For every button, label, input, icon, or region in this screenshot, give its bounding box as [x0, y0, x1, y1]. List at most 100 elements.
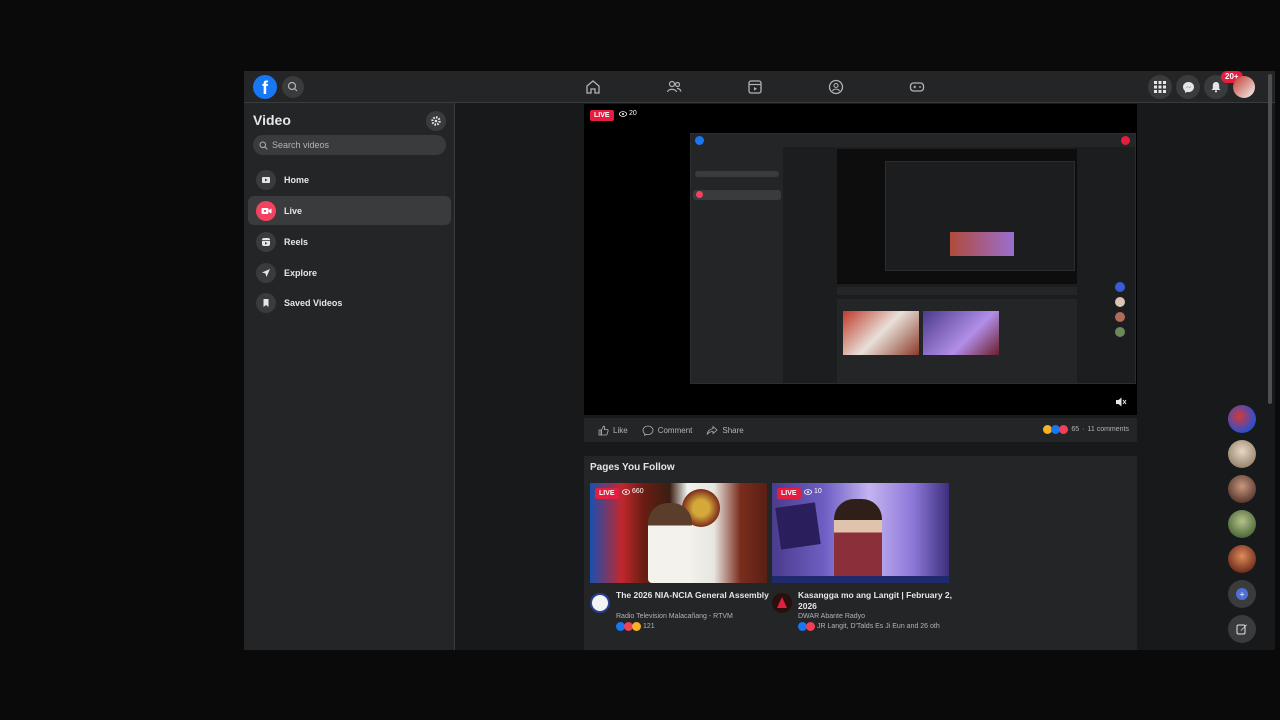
nested-sidebar: [691, 147, 783, 383]
contact-avatar[interactable]: [1228, 510, 1256, 538]
gear-icon: [431, 116, 441, 126]
group-more-icon: +: [1236, 588, 1248, 600]
groups-icon[interactable]: [827, 78, 845, 96]
love-reaction-icon: [1059, 425, 1069, 434]
reaction-summary[interactable]: JR Langit, D'Talds Es Ji Eun and 26 oth: [798, 622, 948, 631]
volume-muted-icon[interactable]: [1115, 395, 1127, 407]
nested-live-dot: [696, 191, 703, 198]
reaction-summary[interactable]: 121: [616, 622, 655, 631]
reaction-count: 65: [1071, 426, 1080, 433]
nested-inner-frame: [885, 161, 1075, 271]
contact-avatar[interactable]: [1228, 475, 1256, 503]
contact-avatar[interactable]: [1228, 440, 1256, 468]
eye-icon: [622, 488, 630, 495]
viewer-count-value: 20: [629, 110, 637, 117]
live-icon: [256, 200, 276, 221]
nested-contact: [1115, 327, 1125, 337]
comment-button[interactable]: Comment: [642, 425, 693, 436]
facebook-logo[interactable]: f: [253, 75, 277, 99]
comment-label: Comment: [657, 425, 693, 435]
explore-icon: [256, 262, 276, 283]
share-icon: [706, 425, 718, 435]
video-home-icon: [256, 169, 276, 190]
nested-contact: [1115, 312, 1125, 322]
nested-thumb-2: [923, 311, 999, 355]
bell-icon: [1211, 82, 1221, 93]
love-reaction-icon: [806, 622, 815, 631]
gaming-icon[interactable]: [908, 78, 926, 96]
live-badge: LIVE: [590, 110, 614, 121]
search-icon: [287, 81, 298, 92]
new-message-button[interactable]: [1228, 615, 1256, 643]
eye-icon: [804, 488, 812, 495]
care-reaction-icon: [632, 622, 641, 631]
like-button[interactable]: Like: [598, 425, 628, 436]
video-thumbnail[interactable]: LIVE 10: [772, 483, 949, 583]
friends-icon[interactable]: [665, 78, 683, 96]
watch-icon[interactable]: [746, 78, 764, 96]
messenger-button[interactable]: [1176, 75, 1200, 99]
home-icon[interactable]: [584, 78, 602, 96]
live-video-card[interactable]: LIVE 10 Kasangga mo ang Langit | Februar…: [772, 483, 952, 631]
rtvm-page-logo[interactable]: [590, 593, 610, 613]
pages-you-follow-section: Pages You Follow LIVE 660 The 2026 NIA-N…: [584, 456, 1137, 650]
nested-contacts: [1115, 282, 1127, 382]
live-video-card[interactable]: LIVE 660 The 2026 NIA-NCIA General Assem…: [590, 483, 769, 631]
comments-count[interactable]: 11 comments: [1088, 426, 1130, 433]
share-label: Share: [722, 425, 744, 435]
separator-dot: ·: [1082, 426, 1085, 433]
show-logo-graphic: [775, 502, 821, 550]
nested-topbar: [691, 134, 1135, 147]
nested-pages: [837, 299, 1077, 383]
search-icon: [259, 141, 268, 150]
viewer-count-value: 10: [814, 488, 822, 495]
nested-logo: [695, 136, 704, 145]
sidebar-item-reels[interactable]: Reels: [248, 227, 451, 256]
video-title[interactable]: Kasangga mo ang Langit | February 2, 202…: [798, 590, 953, 612]
nested-contact: [1115, 282, 1125, 292]
contact-avatar[interactable]: [1228, 405, 1256, 433]
sidebar-item-home[interactable]: Home: [248, 165, 451, 194]
comment-icon: [642, 425, 654, 436]
sidebar-item-saved-videos[interactable]: Saved Videos: [248, 288, 451, 317]
contact-avatar[interactable]: [1228, 545, 1256, 573]
eye-icon: [619, 110, 627, 117]
like-label: Like: [613, 425, 628, 435]
compose-icon: [1236, 624, 1247, 635]
menu-grid-button[interactable]: [1148, 75, 1172, 99]
sidebar-item-live[interactable]: Live: [248, 196, 451, 225]
sidebar-item-label: Explore: [284, 267, 318, 278]
section-title: Pages You Follow: [590, 462, 675, 473]
thumbs-up-icon: [598, 425, 609, 435]
search-videos-input[interactable]: Search videos: [253, 135, 446, 155]
page-name[interactable]: DWAR Abante Radyo: [798, 613, 865, 620]
page-name[interactable]: Radio Television Malacañang - RTVM: [616, 613, 733, 620]
news-ticker: [772, 576, 949, 583]
browser-viewport: f 20+ Video Search videos Home Live Reel…: [244, 71, 1275, 650]
video-sidebar: Video Search videos Home Live Reels Expl…: [244, 103, 455, 650]
sidebar-item-explore[interactable]: Explore: [248, 258, 451, 287]
sidebar-item-label: Home: [284, 174, 310, 185]
account-avatar[interactable]: [1233, 76, 1255, 98]
live-video-player[interactable]: LIVE 20: [584, 104, 1137, 415]
video-thumbnail[interactable]: LIVE 660: [590, 483, 767, 583]
bookmark-icon: [256, 292, 276, 313]
viewer-count: 20: [619, 110, 637, 117]
viewer-count-value: 660: [632, 488, 644, 495]
settings-button[interactable]: [426, 111, 446, 131]
nested-avatar: [1121, 136, 1130, 145]
video-action-bar: Like Comment Share 65 · 11 comments: [584, 418, 1137, 442]
search-button[interactable]: [282, 76, 304, 98]
more-contacts-button[interactable]: +: [1228, 580, 1256, 608]
sidebar-item-label: Reels: [284, 236, 309, 247]
page-scrollbar[interactable]: [1268, 74, 1272, 404]
svg-text:+: +: [1239, 591, 1245, 599]
menu-grid-icon: [1154, 81, 1166, 93]
dwar-page-logo[interactable]: [772, 593, 792, 613]
reaction-count: 121: [643, 623, 655, 630]
nested-video: [837, 149, 1077, 284]
live-badge: LIVE: [595, 488, 619, 499]
share-button[interactable]: Share: [706, 425, 744, 436]
reaction-summary[interactable]: 65 · 11 comments: [1043, 425, 1129, 434]
video-title[interactable]: The 2026 NIA-NCIA General Assembly: [616, 590, 771, 601]
